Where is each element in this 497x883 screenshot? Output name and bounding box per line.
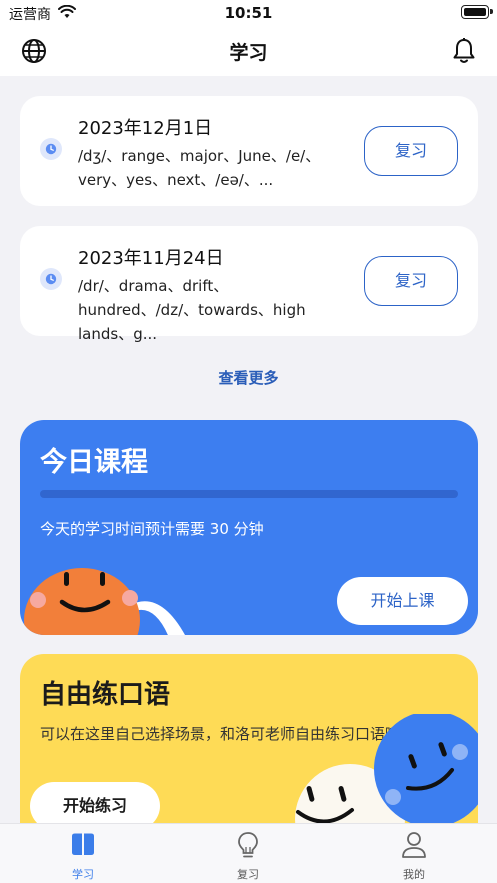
tab-study[interactable]: 学习 xyxy=(43,830,123,883)
tab-label: 复习 xyxy=(237,868,259,881)
review-card[interactable]: 2023年12月1日 /dʒ/、range、major、June、/e/、ver… xyxy=(20,96,478,206)
course-title: 今日课程 xyxy=(40,447,148,478)
status-bar: 运营商 10:51 xyxy=(0,0,497,26)
nav-bar: 学习 xyxy=(0,26,497,76)
smiley-mascot-icon xyxy=(24,568,185,635)
see-more-link[interactable]: 查看更多 xyxy=(0,367,497,388)
course-progress-bar xyxy=(40,490,458,498)
review-button[interactable]: 复习 xyxy=(364,256,458,306)
tab-review[interactable]: 复习 xyxy=(208,830,288,883)
tab-label: 我的 xyxy=(403,868,425,881)
review-words: /dr/、drama、drift、hundred、/dz/、towards、hi… xyxy=(78,277,306,343)
clock-icon xyxy=(40,268,62,290)
book-icon xyxy=(72,833,94,855)
status-time: 10:51 xyxy=(224,4,273,22)
review-card[interactable]: 2023年11月24日 /dr/、drama、drift、hundred、/dz… xyxy=(20,226,478,343)
lightbulb-icon xyxy=(238,832,258,858)
person-icon xyxy=(402,832,426,858)
course-description: 今天的学习时间预计需要 30 分钟 xyxy=(40,520,264,538)
tab-profile[interactable]: 我的 xyxy=(374,830,454,883)
clock-icon xyxy=(40,138,62,160)
bell-icon[interactable] xyxy=(451,37,477,65)
review-date: 2023年12月1日 xyxy=(78,118,213,139)
review-button[interactable]: 复习 xyxy=(364,126,458,176)
speaking-title: 自由练口语 xyxy=(40,680,171,710)
page-title: 学习 xyxy=(229,42,268,64)
review-words: /dʒ/、range、major、June、/e/、very、yes、next、… xyxy=(78,147,321,189)
start-class-button[interactable]: 开始上课 xyxy=(337,577,468,625)
tab-bar: 学习 复习 我的 xyxy=(0,823,497,883)
battery-icon xyxy=(461,5,493,19)
today-course-card: 今日课程 今天的学习时间预计需要 30 分钟 开始上课 xyxy=(20,420,478,635)
tab-label: 学习 xyxy=(72,868,94,881)
review-date: 2023年11月24日 xyxy=(78,248,224,269)
